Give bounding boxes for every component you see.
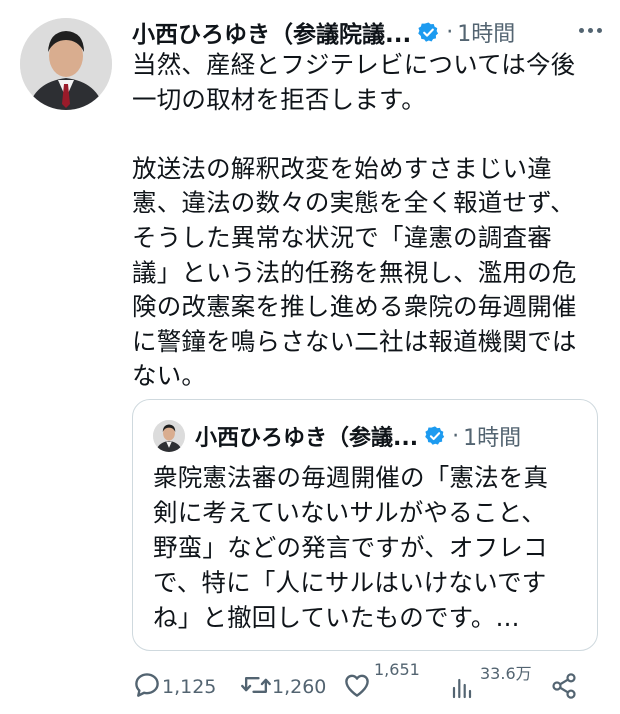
- separator-dot: ·: [446, 19, 454, 45]
- tweet-text: 当然、産経とフジテレビについては今後 一切の取材を拒否します。 放送法の解釈改変…: [132, 50, 577, 391]
- quoted-tweet-header: 小西ひろゆき（参議... · 1時間: [195, 418, 521, 454]
- author-name[interactable]: 小西ひろゆき（参議院議...: [132, 15, 411, 49]
- share-icon: [550, 672, 578, 704]
- separator-dot: ·: [452, 423, 460, 449]
- quoted-author-avatar: [153, 420, 185, 452]
- tweet-actions-bar: 1,125 1,260 1,651 33.6万: [132, 660, 620, 714]
- views-icon: [450, 676, 474, 704]
- quoted-tweet-card[interactable]: 小西ひろゆき（参議... · 1時間 衆院憲法審の毎週開催の「憲法を真 剣に考え…: [132, 399, 598, 651]
- retweet-button[interactable]: 1,260: [240, 670, 326, 704]
- reply-count: 1,125: [162, 676, 217, 698]
- share-button[interactable]: [550, 672, 578, 704]
- tweet-header: 小西ひろゆき（参議院議... · 1時間: [132, 14, 606, 50]
- like-count: 1,651: [374, 660, 420, 679]
- more-options-icon[interactable]: [575, 20, 606, 41]
- reply-icon: [132, 670, 162, 704]
- reply-button[interactable]: 1,125: [132, 670, 216, 704]
- quoted-author-name: 小西ひろゆき（参議...: [195, 426, 419, 451]
- like-icon: [342, 670, 372, 704]
- like-button[interactable]: [342, 670, 372, 704]
- view-count: 33.6万: [480, 664, 532, 683]
- author-avatar[interactable]: [20, 18, 112, 110]
- quoted-tweet-text: 衆院憲法審の毎週開催の「憲法を真 剣に考えていないサルがやること、 野蛮」などの…: [153, 463, 549, 632]
- retweet-icon: [240, 670, 272, 704]
- views-button[interactable]: [450, 676, 474, 704]
- avatar-image: [20, 18, 112, 110]
- quoted-tweet-timestamp: 1時間: [463, 426, 522, 451]
- retweet-count: 1,260: [272, 676, 327, 698]
- tweet-timestamp[interactable]: 1時間: [457, 16, 515, 48]
- verified-badge-icon: [417, 21, 440, 44]
- verified-badge-icon: [424, 425, 446, 447]
